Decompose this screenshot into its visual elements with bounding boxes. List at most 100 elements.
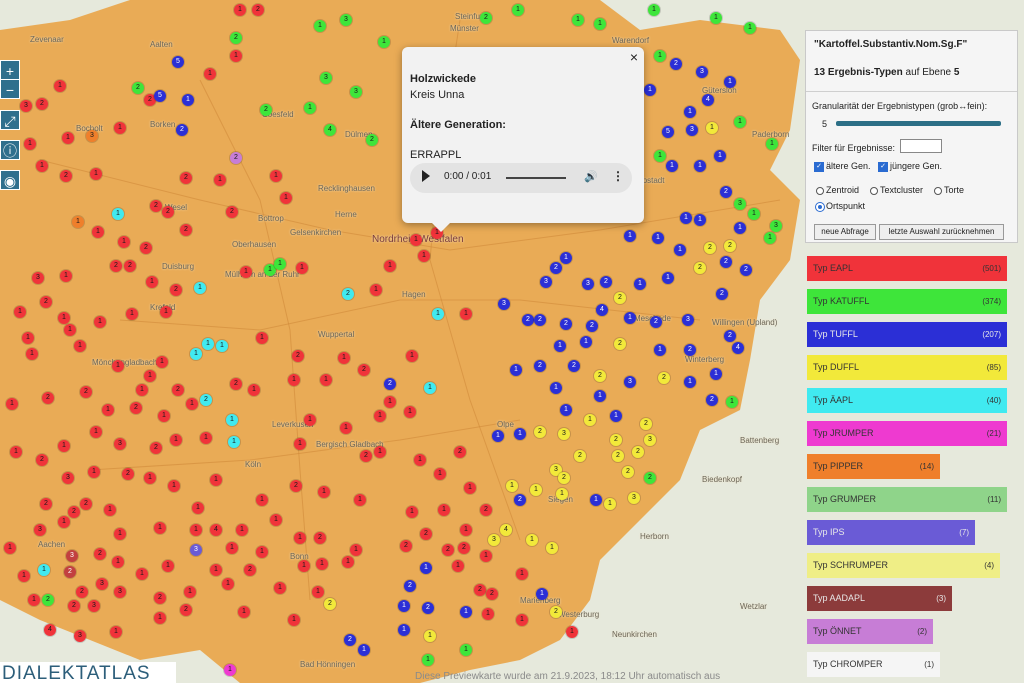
- location-marker[interactable]: 1: [654, 344, 666, 356]
- result-type-item[interactable]: Typ CHROMPER (1): [807, 652, 940, 677]
- location-marker[interactable]: 3: [74, 630, 86, 642]
- location-marker[interactable]: 1: [38, 564, 50, 576]
- location-marker[interactable]: 1: [202, 338, 214, 350]
- location-marker[interactable]: 3: [624, 376, 636, 388]
- location-marker[interactable]: 1: [734, 116, 746, 128]
- radio-zentroid[interactable]: Zentroid: [816, 185, 859, 195]
- location-marker[interactable]: 1: [90, 426, 102, 438]
- location-marker[interactable]: 1: [228, 436, 240, 448]
- result-type-item[interactable]: Typ TUFFL (207): [807, 322, 1007, 347]
- location-marker[interactable]: 1: [404, 406, 416, 418]
- location-marker[interactable]: 2: [644, 472, 656, 484]
- location-marker[interactable]: 1: [136, 384, 148, 396]
- location-marker[interactable]: 2: [550, 262, 562, 274]
- location-marker[interactable]: 1: [304, 102, 316, 114]
- location-marker[interactable]: 3: [644, 434, 656, 446]
- location-marker[interactable]: 1: [154, 522, 166, 534]
- location-marker[interactable]: 2: [68, 600, 80, 612]
- location-marker[interactable]: 2: [230, 378, 242, 390]
- location-marker[interactable]: 2: [600, 276, 612, 288]
- location-marker[interactable]: 1: [460, 308, 472, 320]
- location-marker[interactable]: 1: [370, 284, 382, 296]
- location-marker[interactable]: 3: [66, 550, 78, 562]
- location-marker[interactable]: 1: [210, 474, 222, 486]
- location-marker[interactable]: 1: [406, 350, 418, 362]
- location-marker[interactable]: 2: [172, 384, 184, 396]
- location-marker[interactable]: 2: [42, 594, 54, 606]
- location-marker[interactable]: 2: [230, 152, 242, 164]
- location-marker[interactable]: 2: [670, 58, 682, 70]
- location-marker[interactable]: 3: [114, 438, 126, 450]
- location-marker[interactable]: 1: [604, 498, 616, 510]
- location-marker[interactable]: 1: [236, 524, 248, 536]
- location-marker[interactable]: 1: [294, 438, 306, 450]
- location-marker[interactable]: 2: [632, 446, 644, 458]
- location-marker[interactable]: 2: [724, 240, 736, 252]
- location-marker[interactable]: 1: [92, 226, 104, 238]
- location-marker[interactable]: 2: [130, 402, 142, 414]
- location-marker[interactable]: 1: [114, 122, 126, 134]
- location-marker[interactable]: 1: [58, 440, 70, 452]
- location-marker[interactable]: 1: [154, 612, 166, 624]
- location-marker[interactable]: 1: [110, 626, 122, 638]
- location-marker[interactable]: 1: [240, 266, 252, 278]
- location-marker[interactable]: 1: [506, 480, 518, 492]
- location-marker[interactable]: 1: [374, 410, 386, 422]
- location-marker[interactable]: 3: [488, 534, 500, 546]
- location-marker[interactable]: 1: [492, 430, 504, 442]
- info-icon[interactable]: ⓘ: [0, 140, 20, 160]
- location-marker[interactable]: 1: [200, 432, 212, 444]
- location-marker[interactable]: 1: [104, 504, 116, 516]
- result-type-item[interactable]: Typ SCHRUMPER (4): [807, 553, 1000, 578]
- location-marker[interactable]: 1: [674, 244, 686, 256]
- location-marker[interactable]: 1: [112, 208, 124, 220]
- location-marker[interactable]: 1: [710, 12, 722, 24]
- location-marker[interactable]: 1: [210, 564, 222, 576]
- location-marker[interactable]: 1: [112, 556, 124, 568]
- location-marker[interactable]: 1: [312, 586, 324, 598]
- result-type-item[interactable]: Typ IPS (7): [807, 520, 975, 545]
- location-marker[interactable]: 1: [214, 174, 226, 186]
- location-marker[interactable]: 1: [288, 614, 300, 626]
- location-marker[interactable]: 1: [248, 384, 260, 396]
- location-marker[interactable]: 1: [432, 308, 444, 320]
- location-marker[interactable]: 2: [684, 344, 696, 356]
- granularity-slider[interactable]: [836, 121, 1001, 126]
- location-marker[interactable]: 2: [260, 104, 272, 116]
- location-marker[interactable]: 2: [80, 386, 92, 398]
- location-marker[interactable]: 2: [176, 124, 188, 136]
- location-marker[interactable]: 3: [540, 276, 552, 288]
- result-type-item[interactable]: Typ JRUMPER (21): [807, 421, 1007, 446]
- location-marker[interactable]: 3: [32, 272, 44, 284]
- location-marker[interactable]: 2: [480, 12, 492, 24]
- location-marker[interactable]: 2: [324, 598, 336, 610]
- location-marker[interactable]: 1: [546, 542, 558, 554]
- location-marker[interactable]: 1: [144, 370, 156, 382]
- location-marker[interactable]: 1: [36, 160, 48, 172]
- location-marker[interactable]: 1: [594, 18, 606, 30]
- location-marker[interactable]: 1: [514, 428, 526, 440]
- result-type-item[interactable]: Typ EAPL (501): [807, 256, 1007, 281]
- location-marker[interactable]: 2: [480, 504, 492, 516]
- location-marker[interactable]: 3: [62, 472, 74, 484]
- play-icon[interactable]: [422, 170, 430, 182]
- location-marker[interactable]: 4: [44, 624, 56, 636]
- location-marker[interactable]: 1: [624, 312, 636, 324]
- location-marker[interactable]: 1: [384, 260, 396, 272]
- location-marker[interactable]: 2: [180, 224, 192, 236]
- location-marker[interactable]: 1: [338, 352, 350, 364]
- location-marker[interactable]: 1: [424, 630, 436, 642]
- location-marker[interactable]: 3: [350, 86, 362, 98]
- location-marker[interactable]: 1: [226, 414, 238, 426]
- zoom-out-button[interactable]: −: [0, 79, 20, 99]
- location-marker[interactable]: 1: [434, 468, 446, 480]
- location-marker[interactable]: 1: [410, 234, 422, 246]
- location-marker[interactable]: 2: [60, 170, 72, 182]
- location-marker[interactable]: 1: [118, 236, 130, 248]
- location-marker[interactable]: 2: [36, 454, 48, 466]
- location-marker[interactable]: 1: [464, 482, 476, 494]
- location-marker[interactable]: 1: [706, 122, 718, 134]
- location-marker[interactable]: 1: [144, 472, 156, 484]
- location-marker[interactable]: 1: [480, 550, 492, 562]
- location-marker[interactable]: 1: [222, 578, 234, 590]
